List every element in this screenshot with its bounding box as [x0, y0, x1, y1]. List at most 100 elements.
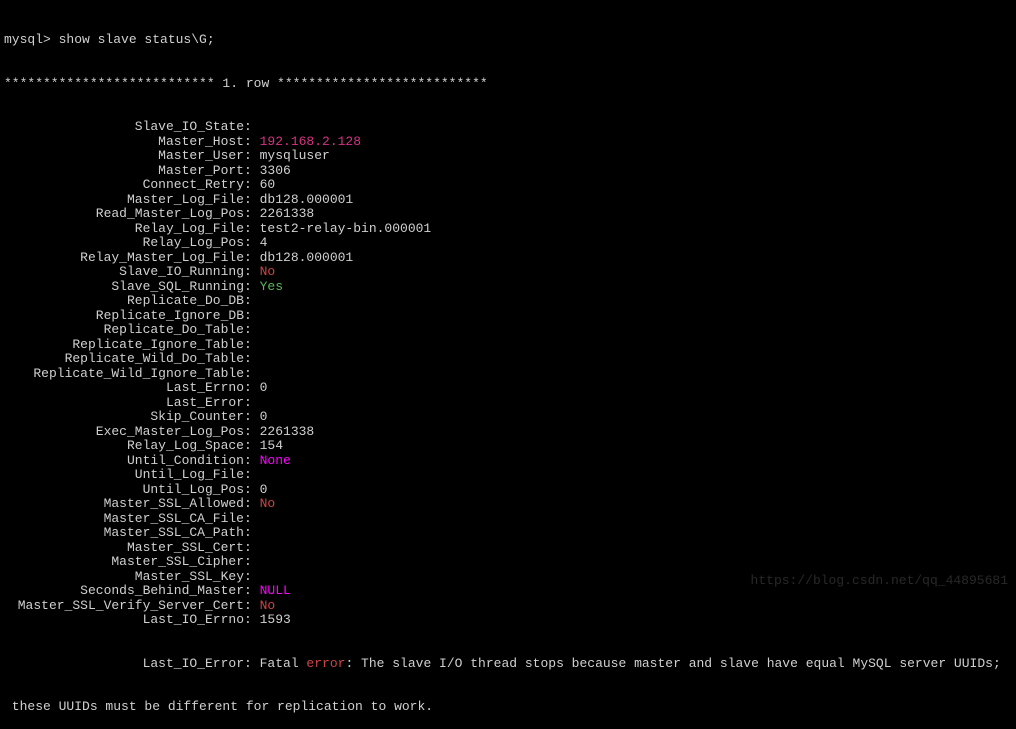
status-row: Relay_Log_File: test2-relay-bin.000001: [4, 222, 1012, 237]
field-value: None: [260, 453, 291, 468]
field-value: 0: [260, 482, 268, 497]
status-row: Master_Log_File: db128.000001: [4, 193, 1012, 208]
field-label: Connect_Retry: [4, 178, 244, 193]
field-value: Yes: [260, 279, 283, 294]
field-value: db128.000001: [260, 250, 354, 265]
field-label: Relay_Log_File: [4, 222, 244, 237]
status-fields: Slave_IO_State: Master_Host: 192.168.2.1…: [4, 120, 1012, 628]
field-label: Relay_Log_Pos: [4, 236, 244, 251]
status-row: Until_Log_Pos: 0: [4, 483, 1012, 498]
field-colon: :: [244, 583, 260, 598]
field-label: Master_Port: [4, 164, 244, 179]
field-colon: :: [244, 206, 260, 221]
status-row: Master_SSL_Cert:: [4, 541, 1012, 556]
status-row: Exec_Master_Log_Pos: 2261338: [4, 425, 1012, 440]
field-value: db128.000001: [260, 192, 354, 207]
field-colon: :: [244, 511, 260, 526]
field-colon: :: [244, 598, 260, 613]
field-colon: :: [244, 554, 260, 569]
field-label: Master_SSL_CA_File: [4, 512, 244, 527]
field-label: Master_Log_File: [4, 193, 244, 208]
status-row: Skip_Counter: 0: [4, 410, 1012, 425]
field-value: 2261338: [260, 206, 315, 221]
field-colon: :: [244, 177, 260, 192]
field-colon: :: [244, 134, 260, 149]
field-value: test2-relay-bin.000001: [260, 221, 432, 236]
status-row: Replicate_Ignore_DB:: [4, 309, 1012, 324]
field-colon: :: [244, 438, 260, 453]
field-value: 1593: [260, 612, 291, 627]
watermark-text: https://blog.csdn.net/qq_44895681: [751, 574, 1008, 589]
status-row: Connect_Retry: 60: [4, 178, 1012, 193]
field-label: Replicate_Wild_Ignore_Table: [4, 367, 244, 382]
field-label: Slave_IO_State: [4, 120, 244, 135]
status-row: Replicate_Do_Table:: [4, 323, 1012, 338]
field-colon: :: [244, 235, 260, 250]
field-label: Until_Log_File: [4, 468, 244, 483]
field-value: 0: [260, 380, 268, 395]
field-label: Read_Master_Log_Pos: [4, 207, 244, 222]
field-label: Seconds_Behind_Master: [4, 584, 244, 599]
last-io-error-cont: these UUIDs must be different for replic…: [4, 700, 1012, 715]
field-label: Master_SSL_Cert: [4, 541, 244, 556]
status-row: Master_SSL_Allowed: No: [4, 497, 1012, 512]
field-label: Master_SSL_Allowed: [4, 497, 244, 512]
field-colon: :: [244, 279, 260, 294]
field-label: Last_IO_Error: [4, 657, 244, 672]
field-label: Skip_Counter: [4, 410, 244, 425]
row-header: *************************** 1. row *****…: [4, 77, 1012, 92]
field-label: Slave_IO_Running: [4, 265, 244, 280]
field-colon: :: [244, 424, 260, 439]
field-colon: :: [244, 540, 260, 555]
status-row: Until_Condition: None: [4, 454, 1012, 469]
field-value: No: [260, 264, 276, 279]
status-row: Slave_IO_State:: [4, 120, 1012, 135]
field-label: Replicate_Ignore_DB: [4, 309, 244, 324]
status-row: Slave_SQL_Running: Yes: [4, 280, 1012, 295]
mysql-prompt-line: mysql> show slave status\G;: [4, 33, 1012, 48]
field-colon: :: [244, 308, 260, 323]
field-colon: :: [244, 351, 260, 366]
field-label: Master_SSL_Key: [4, 570, 244, 585]
error-text: : The slave I/O thread stops because mas…: [345, 656, 1000, 671]
field-value: 2261338: [260, 424, 315, 439]
field-label: Relay_Master_Log_File: [4, 251, 244, 266]
field-colon: :: [244, 221, 260, 236]
field-colon: :: [244, 453, 260, 468]
status-row: Read_Master_Log_Pos: 2261338: [4, 207, 1012, 222]
terminal-output: mysql> show slave status\G; ************…: [4, 4, 1012, 729]
field-value: No: [260, 598, 276, 613]
field-colon: :: [244, 119, 260, 134]
field-colon: :: [244, 264, 260, 279]
field-colon: :: [244, 612, 260, 627]
status-row: Relay_Log_Space: 154: [4, 439, 1012, 454]
field-colon: :: [244, 482, 260, 497]
status-row: Replicate_Wild_Ignore_Table:: [4, 367, 1012, 382]
status-row: Master_SSL_Cipher:: [4, 555, 1012, 570]
status-row: Replicate_Ignore_Table:: [4, 338, 1012, 353]
status-row: Relay_Log_Pos: 4: [4, 236, 1012, 251]
field-colon: :: [244, 337, 260, 352]
status-row: Master_User: mysqluser: [4, 149, 1012, 164]
field-label: Until_Log_Pos: [4, 483, 244, 498]
field-colon: :: [244, 192, 260, 207]
status-row: Last_Error:: [4, 396, 1012, 411]
field-colon: :: [244, 569, 260, 584]
field-value: mysqluser: [260, 148, 330, 163]
status-row: Until_Log_File:: [4, 468, 1012, 483]
status-row: Last_IO_Errno: 1593: [4, 613, 1012, 628]
field-value: 4: [260, 235, 268, 250]
field-label: Last_IO_Errno: [4, 613, 244, 628]
status-row: Replicate_Do_DB:: [4, 294, 1012, 309]
status-row: Relay_Master_Log_File: db128.000001: [4, 251, 1012, 266]
field-label: Last_Errno: [4, 381, 244, 396]
field-label: Replicate_Do_Table: [4, 323, 244, 338]
field-label: Master_SSL_Cipher: [4, 555, 244, 570]
status-row: Master_Port: 3306: [4, 164, 1012, 179]
field-colon: :: [244, 148, 260, 163]
field-colon: :: [244, 409, 260, 424]
field-value: No: [260, 496, 276, 511]
status-row: Replicate_Wild_Do_Table:: [4, 352, 1012, 367]
error-word: error: [306, 656, 345, 671]
field-label: Last_Error: [4, 396, 244, 411]
